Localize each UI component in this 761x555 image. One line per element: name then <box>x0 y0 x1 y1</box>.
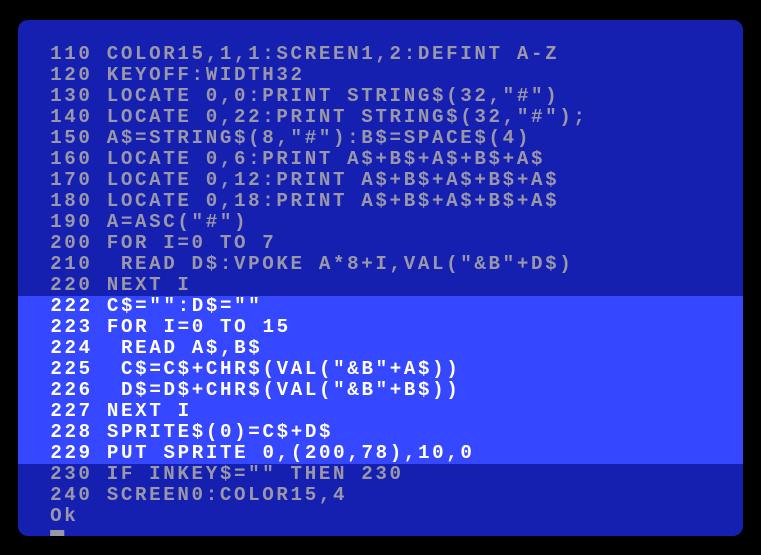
cursor-line <box>36 527 732 536</box>
terminal-screen[interactable]: 110 COLOR15,1,1:SCREEN1,2:DEFINT A-Z 120… <box>18 20 743 536</box>
code-line: 240 SCREEN0:COLOR15,4 <box>36 485 732 506</box>
code-line: 160 LOCATE 0,6:PRINT A$+B$+A$+B$+A$ <box>36 149 732 170</box>
cursor-icon <box>50 530 64 536</box>
code-line: 130 LOCATE 0,0:PRINT STRING$(32,"#") <box>36 86 732 107</box>
code-line: 220 NEXT I <box>36 275 732 296</box>
code-line: 228 SPRITE$(0)=C$+D$ <box>18 422 743 443</box>
terminal-content: 110 COLOR15,1,1:SCREEN1,2:DEFINT A-Z 120… <box>36 44 725 536</box>
code-line: 230 IF INKEY$="" THEN 230 <box>36 464 732 485</box>
code-line: Ok <box>36 506 732 527</box>
code-line: 225 C$=C$+CHR$(VAL("&B"+A$)) <box>18 359 743 380</box>
code-line: 226 D$=D$+CHR$(VAL("&B"+B$)) <box>18 380 743 401</box>
code-line: 170 LOCATE 0,12:PRINT A$+B$+A$+B$+A$ <box>36 170 732 191</box>
code-line: 224 READ A$,B$ <box>18 338 743 359</box>
code-line: 140 LOCATE 0,22:PRINT STRING$(32,"#"); <box>36 107 732 128</box>
code-line: 229 PUT SPRITE 0,(200,78),10,0 <box>18 443 743 464</box>
code-line: 190 A=ASC("#") <box>36 212 732 233</box>
code-line: 110 COLOR15,1,1:SCREEN1,2:DEFINT A-Z <box>36 44 732 65</box>
code-line: 222 C$="":D$="" <box>18 296 743 317</box>
code-line: 223 FOR I=0 TO 15 <box>18 317 743 338</box>
code-line: 227 NEXT I <box>18 401 743 422</box>
code-line: 210 READ D$:VPOKE A*8+I,VAL("&B"+D$) <box>36 254 732 275</box>
code-line: 200 FOR I=0 TO 7 <box>36 233 732 254</box>
code-line: 150 A$=STRING$(8,"#"):B$=SPACE$(4) <box>36 128 732 149</box>
code-line: 180 LOCATE 0,18:PRINT A$+B$+A$+B$+A$ <box>36 191 732 212</box>
code-line: 120 KEYOFF:WIDTH32 <box>36 65 732 86</box>
